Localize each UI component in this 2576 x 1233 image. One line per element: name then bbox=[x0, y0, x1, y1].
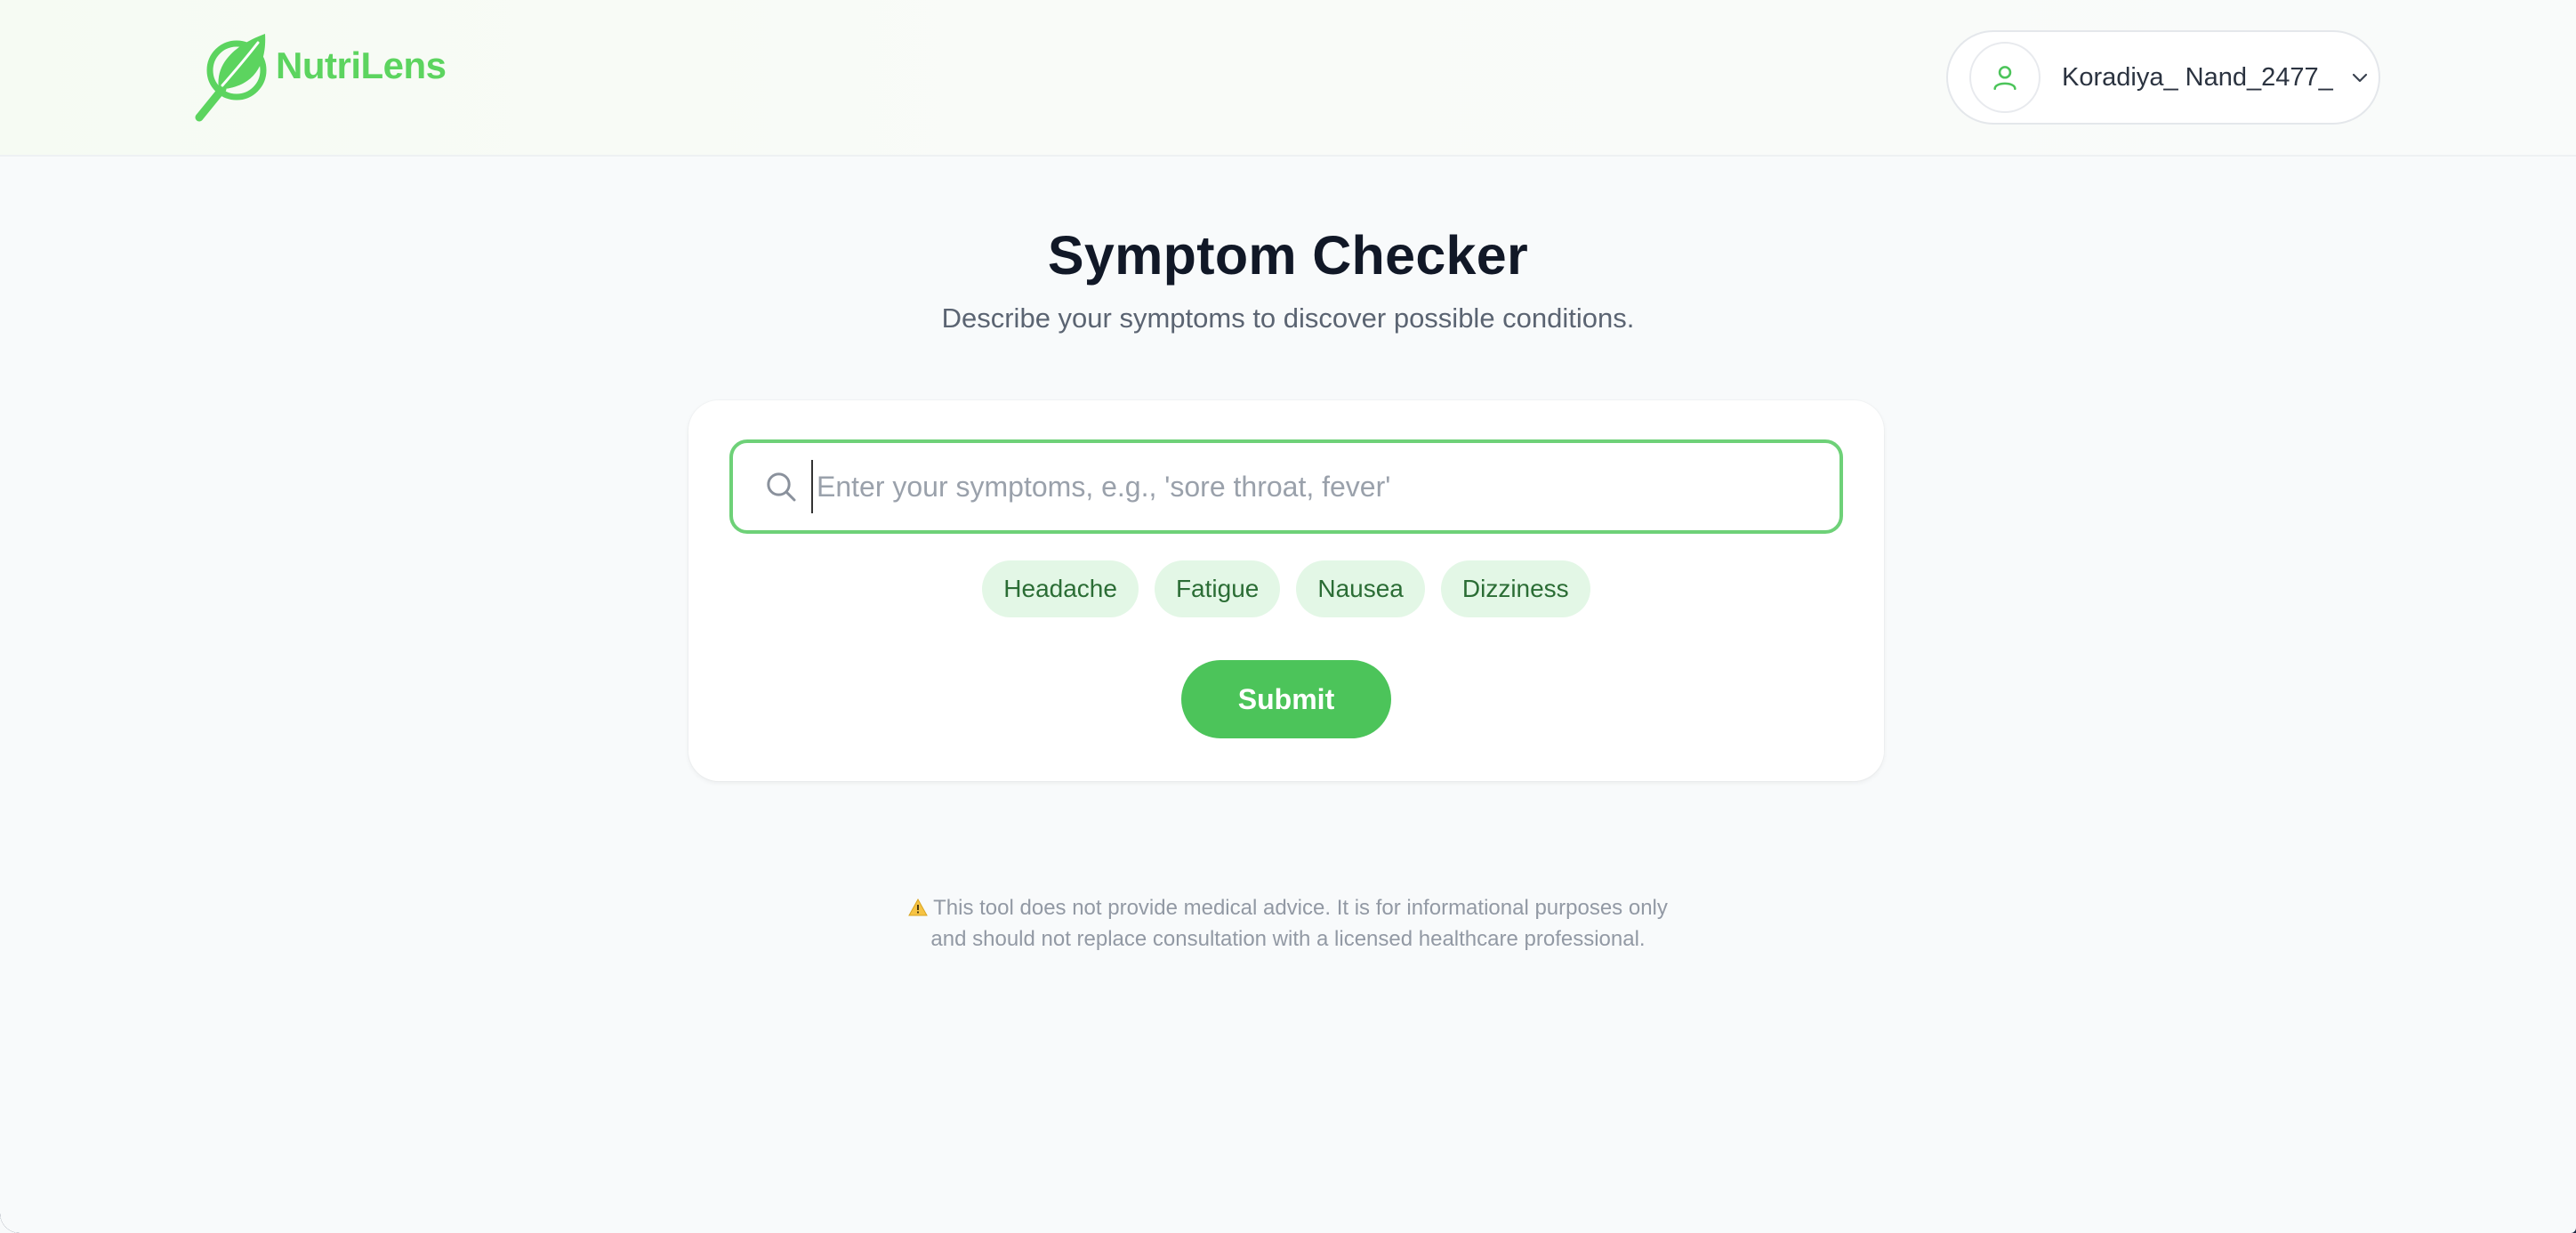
suggestion-chip-headache[interactable]: Headache bbox=[982, 560, 1139, 617]
medical-disclaimer: This tool does not provide medical advic… bbox=[0, 893, 2576, 954]
warning-icon bbox=[908, 895, 928, 924]
suggestion-chip-nausea[interactable]: Nausea bbox=[1296, 560, 1425, 617]
page: NutriLens Koradiya_ Nand_2477_ Symptom C… bbox=[0, 0, 2576, 1233]
chevron-down-icon bbox=[2349, 67, 2371, 88]
leaf-magnifier-icon bbox=[192, 30, 276, 123]
page-subtitle: Describe your symptoms to discover possi… bbox=[941, 302, 1635, 334]
disclaimer-line-1: This tool does not provide medical advic… bbox=[0, 893, 2576, 924]
suggestion-chip-dizziness[interactable]: Dizziness bbox=[1440, 560, 1590, 617]
app-surface: NutriLens Koradiya_ Nand_2477_ Symptom C… bbox=[0, 0, 2576, 1233]
symptom-search-box[interactable] bbox=[729, 439, 1843, 534]
user-menu-button[interactable]: Koradiya_ Nand_2477_ bbox=[1946, 30, 2380, 125]
search-icon bbox=[763, 469, 799, 504]
disclaimer-text-2: and should not replace consultation with… bbox=[930, 927, 1646, 951]
brand-logo[interactable]: NutriLens bbox=[192, 30, 447, 123]
suggestion-chips: Headache Fatigue Nausea Dizziness bbox=[688, 560, 1884, 617]
username: Koradiya_ Nand_2477_ bbox=[2062, 62, 2333, 92]
avatar bbox=[1969, 42, 2041, 113]
user-icon bbox=[1993, 66, 2017, 91]
brand-name: NutriLens bbox=[276, 44, 447, 86]
top-nav: NutriLens Koradiya_ Nand_2477_ bbox=[0, 0, 2576, 157]
symptom-card: Headache Fatigue Nausea Dizziness Submit bbox=[688, 400, 1884, 781]
suggestion-chip-fatigue[interactable]: Fatigue bbox=[1154, 560, 1281, 617]
disclaimer-text-1: This tool does not provide medical advic… bbox=[933, 896, 1668, 920]
page-title: Symptom Checker bbox=[1047, 225, 1529, 286]
submit-button[interactable]: Submit bbox=[1181, 660, 1391, 738]
symptom-input[interactable] bbox=[811, 460, 1839, 513]
